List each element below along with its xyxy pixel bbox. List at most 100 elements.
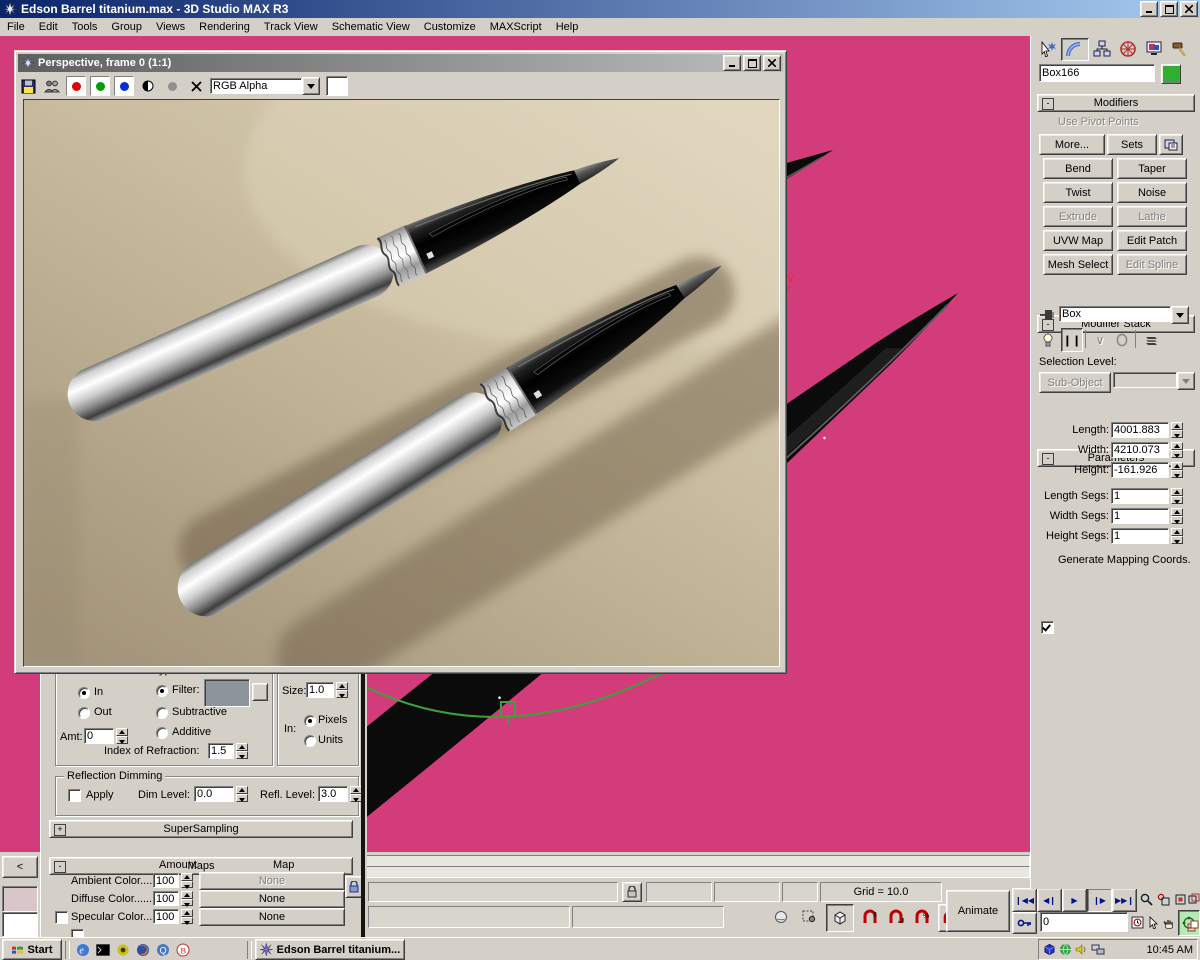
tray-network-icon[interactable] xyxy=(1091,943,1105,956)
blue-channel-toggle[interactable] xyxy=(114,76,134,96)
uvw-map-modifier-button[interactable]: UVW Map xyxy=(1043,230,1113,251)
filter-radio[interactable] xyxy=(156,685,168,697)
filter-map-button[interactable] xyxy=(252,683,268,701)
coord-x-field[interactable] xyxy=(646,882,712,902)
tab-utilities[interactable] xyxy=(1167,38,1193,59)
clone-window-icon[interactable] xyxy=(42,76,62,96)
quick-launch-firefox-icon[interactable] xyxy=(135,942,151,958)
red-channel-toggle[interactable] xyxy=(66,76,86,96)
ior-spinner[interactable] xyxy=(236,743,248,759)
previous-frame-button[interactable]: ◀❙ xyxy=(1037,888,1062,912)
percent-snap-toggle[interactable]: % xyxy=(910,906,934,930)
amt-field[interactable] xyxy=(84,728,114,744)
render-window-titlebar[interactable]: Perspective, frame 0 (1:1) xyxy=(18,54,783,72)
material-color-swatch-white[interactable] xyxy=(2,912,38,937)
length-spinner[interactable] xyxy=(1171,422,1183,438)
modifiers-rollout[interactable]: - Modifiers xyxy=(1037,94,1195,112)
extrude-modifier-button[interactable]: Extrude xyxy=(1043,206,1113,227)
remove-modifier-icon[interactable] xyxy=(1113,330,1131,350)
sub-object-dropdown[interactable] xyxy=(1113,372,1195,390)
close-button[interactable] xyxy=(1180,1,1198,17)
show-end-result-icon[interactable]: ∨ xyxy=(1091,330,1109,350)
angle-snap-toggle[interactable] xyxy=(884,906,908,930)
quick-launch-browser-icon[interactable]: e xyxy=(75,942,91,958)
tray-volume-icon[interactable] xyxy=(1075,943,1088,956)
quick-launch-q-icon[interactable]: Q xyxy=(155,942,171,958)
alpha-channel-icon[interactable] xyxy=(162,76,182,96)
diffuse-amount-field[interactable] xyxy=(153,891,179,906)
length-segs-spinner[interactable] xyxy=(1171,488,1183,504)
tab-hierarchy[interactable] xyxy=(1089,38,1115,59)
modifier-stack-dropdown[interactable]: Box xyxy=(1059,306,1189,324)
tab-motion[interactable] xyxy=(1115,38,1141,59)
filter-color-swatch[interactable] xyxy=(204,679,250,707)
select-object-icon[interactable] xyxy=(1146,912,1160,932)
active-toggle-bulb-icon[interactable] xyxy=(1039,330,1057,350)
more-modifiers-button[interactable]: More... xyxy=(1039,134,1105,155)
object-name-field[interactable] xyxy=(1039,64,1155,82)
ambient-map-checkbox[interactable] xyxy=(55,911,68,924)
length-field[interactable] xyxy=(1111,422,1169,438)
ambient-amount-spinner[interactable] xyxy=(181,873,193,888)
falloff-in-radio[interactable] xyxy=(78,687,90,699)
render-close-button[interactable] xyxy=(763,55,781,71)
additive-radio[interactable] xyxy=(156,727,168,739)
coord-y-field[interactable] xyxy=(714,882,780,902)
degradation-override-button[interactable] xyxy=(826,904,854,932)
time-configuration-icon[interactable] xyxy=(1130,912,1144,932)
diffuse-map-button[interactable]: None xyxy=(199,890,345,908)
width-spinner[interactable] xyxy=(1171,442,1183,458)
zoom-all-icon[interactable] xyxy=(1155,888,1171,910)
green-channel-toggle[interactable] xyxy=(90,76,110,96)
coord-z-field[interactable] xyxy=(782,882,818,902)
current-frame-field[interactable] xyxy=(1040,912,1128,932)
amt-spinner[interactable] xyxy=(116,728,128,744)
menu-maxscript[interactable]: MAXScript xyxy=(483,19,549,35)
save-bitmap-icon[interactable] xyxy=(18,76,38,96)
zoom-extents-icon[interactable] xyxy=(1172,888,1188,910)
maximize-button[interactable] xyxy=(1160,1,1178,17)
height-segs-spinner[interactable] xyxy=(1171,528,1183,544)
quick-launch-app3-icon[interactable] xyxy=(115,942,131,958)
clock[interactable]: 10:45 AM xyxy=(1147,944,1193,956)
quick-launch-b-icon[interactable]: B xyxy=(175,942,191,958)
ambient-map-button[interactable]: None xyxy=(199,872,345,890)
pan-hand-icon[interactable] xyxy=(1162,912,1176,932)
width-field[interactable] xyxy=(1111,442,1169,458)
start-button[interactable]: Start xyxy=(2,939,62,960)
taskbar-task-button[interactable]: Edson Barrel titanium.... xyxy=(255,939,405,960)
menu-file[interactable]: File xyxy=(0,19,32,35)
subtractive-radio[interactable] xyxy=(156,707,168,719)
pin-stack-icon[interactable] xyxy=(1037,306,1057,324)
pixels-radio[interactable] xyxy=(304,715,316,727)
next-frame-button[interactable]: ❙▶ xyxy=(1087,888,1112,912)
units-radio[interactable] xyxy=(304,735,316,747)
length-segs-field[interactable] xyxy=(1111,488,1169,504)
menu-tools[interactable]: Tools xyxy=(65,19,105,35)
minimize-button[interactable] xyxy=(1140,1,1158,17)
menu-help[interactable]: Help xyxy=(549,19,586,35)
width-segs-spinner[interactable] xyxy=(1171,508,1183,524)
zoom-tool-icon[interactable] xyxy=(1138,888,1154,910)
crossing-selection-toggle[interactable] xyxy=(770,906,792,928)
clear-image-icon[interactable] xyxy=(186,76,206,96)
go-to-start-button[interactable]: ❙◀◀ xyxy=(1012,888,1037,912)
ior-field[interactable] xyxy=(208,743,234,759)
specular-map-button[interactable]: None xyxy=(199,908,345,926)
window-crossing-icon[interactable] xyxy=(798,906,820,928)
lathe-modifier-button[interactable]: Lathe xyxy=(1117,206,1187,227)
go-to-end-button[interactable]: ▶▶❙ xyxy=(1112,888,1137,912)
play-button[interactable]: ▶ xyxy=(1062,888,1087,912)
bend-modifier-button[interactable]: Bend xyxy=(1043,158,1113,179)
refl-level-field[interactable] xyxy=(318,786,348,802)
edit-patch-modifier-button[interactable]: Edit Patch xyxy=(1117,230,1187,251)
generate-mapping-coords-checkbox[interactable] xyxy=(1041,621,1054,634)
dim-level-field[interactable] xyxy=(194,786,234,802)
time-slider-left-arrow[interactable]: < xyxy=(2,856,38,878)
chevron-down-icon[interactable] xyxy=(1171,306,1189,324)
diffuse-amount-spinner[interactable] xyxy=(181,891,193,906)
twist-modifier-button[interactable]: Twist xyxy=(1043,182,1113,203)
chevron-down-icon[interactable] xyxy=(302,77,320,95)
tab-modify[interactable] xyxy=(1061,38,1089,61)
height-field[interactable] xyxy=(1111,462,1169,478)
